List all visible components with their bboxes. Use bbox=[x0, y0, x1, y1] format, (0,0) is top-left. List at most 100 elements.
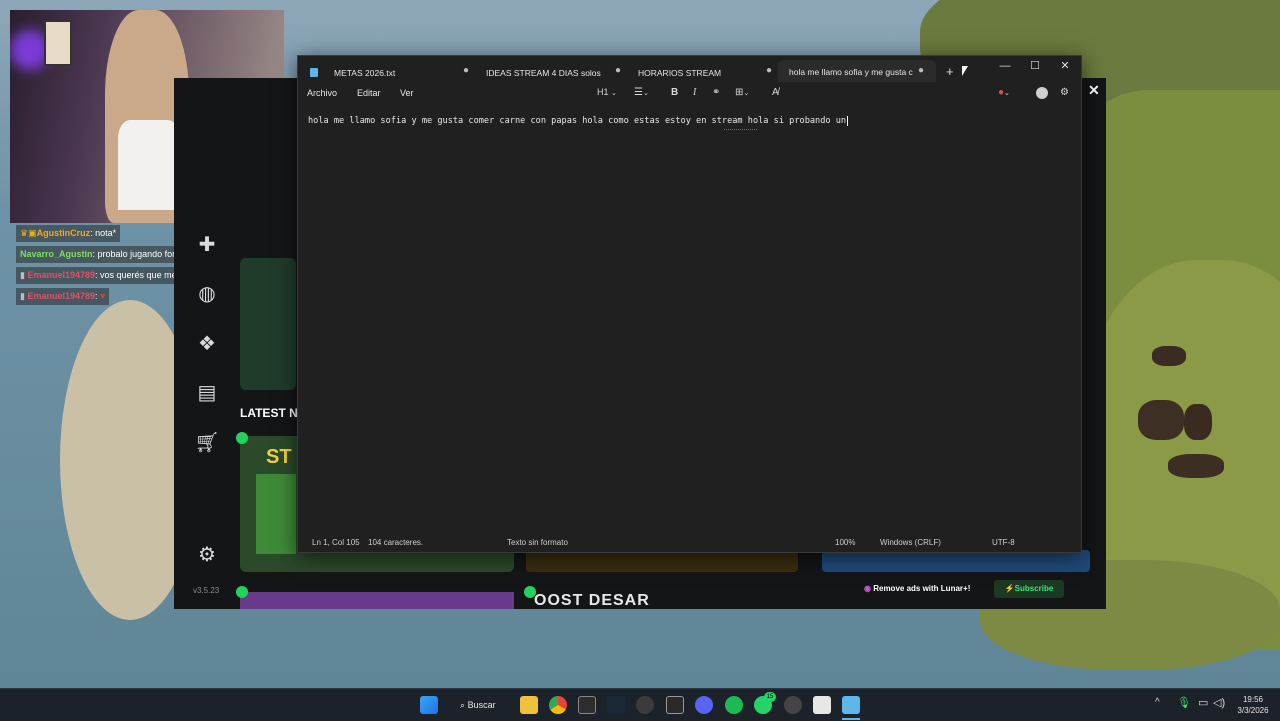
unsaved-dot-icon: ● bbox=[615, 65, 622, 76]
emoji-icon: ♥ bbox=[100, 291, 106, 301]
menu-editar[interactable]: Editar bbox=[357, 88, 381, 98]
bison-icon bbox=[1138, 400, 1184, 440]
tab-label: HORARIOS STREAM bbox=[638, 68, 722, 78]
epic-games-icon[interactable] bbox=[666, 696, 684, 714]
tab-label: METAS 2026.txt bbox=[334, 68, 396, 78]
italic-icon[interactable]: I bbox=[693, 87, 696, 98]
cart-icon[interactable]: 🛒︎ bbox=[194, 430, 220, 456]
notepad-taskbar-icon[interactable] bbox=[842, 696, 860, 714]
minimize-icon[interactable]: — bbox=[990, 56, 1020, 76]
heading-label: H1 bbox=[597, 87, 609, 97]
settings-icon[interactable]: ⚙ bbox=[194, 542, 220, 568]
link-icon[interactable]: ⚭ bbox=[712, 87, 720, 98]
copilot-icon[interactable]: ●⌄ bbox=[998, 87, 1010, 98]
new-tab-plus-icon[interactable]: + bbox=[946, 64, 954, 79]
news-icon[interactable]: ▤ bbox=[194, 380, 220, 406]
chat-message: ▮ Emanuel194789: ♥ bbox=[16, 288, 110, 305]
steam-icon[interactable] bbox=[607, 696, 625, 714]
close-window-icon[interactable]: ✕ bbox=[1050, 56, 1080, 76]
wall-frame bbox=[44, 20, 72, 66]
taskbar: ⌕ Buscar 15 ^ 🎙︎ ▭ ◁) 19:56 3/3/2026 bbox=[0, 688, 1280, 721]
chat-message: ♛▣AgustinCruz: nota* bbox=[16, 225, 121, 242]
cursor-position: Ln 1, Col 105 bbox=[312, 538, 360, 547]
chat-username: Emanuel194789 bbox=[27, 291, 96, 301]
text-format: Texto sin formato bbox=[507, 538, 568, 547]
tab-label: IDEAS STREAM 4 DIAS solos bbox=[486, 68, 601, 78]
account-icon[interactable] bbox=[1036, 87, 1048, 99]
table-icon[interactable]: ⊞⌄ bbox=[735, 87, 749, 98]
microphone-icon[interactable]: 🎙︎ bbox=[1177, 696, 1191, 709]
search-box[interactable]: ⌕ Buscar bbox=[452, 694, 512, 716]
settings-gear-icon[interactable]: ⚙ bbox=[1060, 87, 1069, 98]
puzzle-icon[interactable]: ✚ bbox=[194, 232, 220, 258]
streamer-shirt bbox=[118, 120, 180, 210]
encoding[interactable]: UTF-8 bbox=[992, 538, 1015, 547]
unsaved-dot-icon: ● bbox=[463, 65, 470, 76]
menu-ver[interactable]: Ver bbox=[400, 88, 414, 98]
subscribe-label: Subscribe bbox=[1014, 584, 1054, 593]
app-window-icon[interactable] bbox=[813, 696, 831, 714]
windows-start-icon[interactable] bbox=[420, 696, 438, 714]
bison-icon bbox=[1168, 454, 1224, 478]
list-icon[interactable]: ☰⌄ bbox=[634, 87, 649, 98]
maximize-icon[interactable]: ☐ bbox=[1020, 56, 1050, 76]
chevron-down-icon: ⌄ bbox=[611, 90, 617, 97]
spotify-icon[interactable] bbox=[725, 696, 743, 714]
tab-label: hola me llamo sofia y me gusta c bbox=[789, 67, 913, 77]
lunar-icon: ◉ bbox=[864, 584, 871, 593]
character-count: 104 caracteres. bbox=[368, 538, 424, 547]
notification-badge: 15 bbox=[764, 692, 776, 702]
status-dot bbox=[236, 432, 248, 444]
search-label: Buscar bbox=[467, 700, 496, 710]
globe-icon[interactable]: ◍ bbox=[194, 281, 220, 307]
network-icon[interactable]: ▭ bbox=[1198, 696, 1208, 709]
heading-dropdown[interactable]: H1 ⌄ bbox=[597, 87, 617, 97]
clock[interactable]: 19:56 3/3/2026 bbox=[1233, 694, 1273, 716]
bison-icon bbox=[1184, 404, 1212, 440]
capcut-icon[interactable] bbox=[578, 696, 596, 714]
chat-username: AgustinCruz bbox=[36, 228, 91, 238]
text-cursor bbox=[847, 116, 849, 126]
news-card-image bbox=[256, 474, 296, 554]
mouse-cursor-icon bbox=[962, 66, 968, 76]
chat-username: Navarro_Agustin bbox=[20, 249, 93, 259]
menu-archivo[interactable]: Archivo bbox=[307, 88, 337, 98]
search-icon: ⌕ bbox=[460, 700, 466, 710]
chat-text: nota* bbox=[95, 228, 117, 238]
line-ending[interactable]: Windows (CRLF) bbox=[880, 538, 941, 547]
editor-content: hola me llamo sofia y me gusta comer car… bbox=[308, 116, 847, 126]
remove-ads-link[interactable]: ◉ Remove ads with Lunar+! bbox=[864, 584, 970, 593]
cubes-icon[interactable]: ❖ bbox=[194, 331, 220, 357]
close-icon[interactable]: ✕ bbox=[1088, 82, 1100, 99]
zoom-level[interactable]: 100% bbox=[835, 538, 855, 547]
chat-username: Emanuel194789 bbox=[27, 270, 96, 280]
status-dot bbox=[236, 586, 248, 598]
chevron-up-icon[interactable]: ^ bbox=[1155, 697, 1160, 708]
discord-icon[interactable] bbox=[695, 696, 713, 714]
news-card[interactable] bbox=[822, 550, 1090, 572]
news-card[interactable] bbox=[240, 592, 514, 609]
unsaved-dot-icon: ● bbox=[766, 65, 773, 76]
obs-icon[interactable] bbox=[636, 696, 654, 714]
version-label: v3.5.23 bbox=[193, 586, 220, 595]
spellcheck-underline bbox=[724, 128, 757, 130]
remove-ads-label: Remove ads with Lunar+! bbox=[873, 584, 971, 593]
bison-icon bbox=[1152, 346, 1186, 366]
tab-active-document[interactable]: hola me llamo sofia y me gusta c bbox=[778, 60, 936, 82]
bold-icon[interactable]: B bbox=[671, 87, 678, 98]
lightning-icon: ⚡ bbox=[1004, 584, 1015, 593]
clear-formatting-icon[interactable]: A̸ bbox=[772, 87, 779, 98]
game-card[interactable] bbox=[240, 258, 296, 390]
file-explorer-icon[interactable] bbox=[520, 696, 538, 714]
latest-news-heading: LATEST N bbox=[240, 406, 298, 420]
news-card-title: OOST DESAR bbox=[534, 592, 650, 609]
subscribe-button[interactable]: ⚡Subscribe bbox=[994, 580, 1064, 598]
clock-time: 19:56 bbox=[1242, 695, 1264, 704]
notepad-window: METAS 2026.txt ● IDEAS STREAM 4 DIAS sol… bbox=[297, 55, 1082, 553]
chrome-icon[interactable] bbox=[549, 696, 567, 714]
editor-text-area[interactable]: hola me llamo sofia y me gusta comer car… bbox=[308, 116, 849, 126]
volume-icon[interactable]: ◁) bbox=[1213, 696, 1225, 709]
unsaved-dot-icon: ● bbox=[918, 65, 925, 76]
news-card-title: ST bbox=[266, 446, 292, 468]
app-icon[interactable] bbox=[784, 696, 802, 714]
